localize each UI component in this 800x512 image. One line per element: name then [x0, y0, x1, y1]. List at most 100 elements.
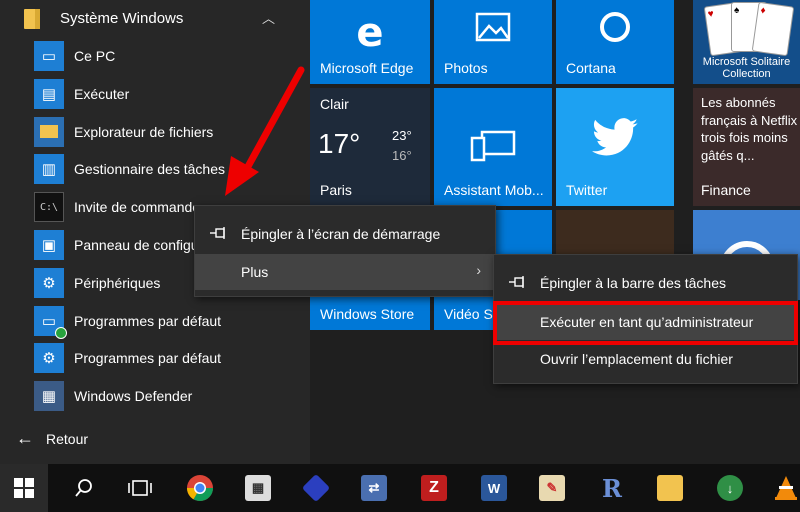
- arrow-left-icon: ←: [16, 428, 34, 448]
- menu-item-label: Épingler à la barre des tâches: [540, 275, 726, 291]
- chevron-up-icon[interactable]: ︿: [262, 8, 275, 27]
- edge-icon: e: [356, 10, 384, 56]
- red-highlight-box: [493, 301, 798, 345]
- phone-laptop-icon: [470, 130, 516, 162]
- tile-label: Twitter: [566, 182, 608, 198]
- taskbar-app-globe[interactable]: ↓: [706, 464, 754, 512]
- menu-item-pin-start[interactable]: Épingler à l’écran de démarrage: [195, 216, 495, 252]
- menu-item-label: Plus: [241, 264, 269, 280]
- group-header-systeme-windows[interactable]: Système Windows ︿: [0, 0, 310, 38]
- tile-cortana[interactable]: Cortana: [556, 0, 674, 84]
- app-item-programmes-defaut-1[interactable]: ▭ Programmes par défaut: [0, 303, 310, 341]
- taskbar-app-r[interactable]: R: [588, 464, 636, 512]
- chrome-icon: [186, 475, 214, 502]
- app-label: Programmes par défaut: [74, 312, 222, 329]
- tile-label: Finance: [701, 182, 751, 198]
- app-item-windows-defender[interactable]: ▦ Windows Defender: [0, 378, 310, 416]
- menu-item-pin-taskbar[interactable]: Épingler à la barre des tâches: [494, 265, 797, 301]
- r-icon: R: [602, 473, 622, 503]
- tile-label: Microsoft Edge: [320, 60, 414, 76]
- filezilla-icon: Z: [421, 475, 447, 501]
- group-title: Système Windows: [60, 10, 184, 27]
- taskbar-app-filezilla[interactable]: Z: [410, 464, 458, 512]
- tile-assistant-mobile[interactable]: Assistant Mob...: [434, 88, 552, 206]
- app-label: Programmes par défaut: [74, 350, 222, 367]
- menu-item-label: Épingler à l’écran de démarrage: [241, 226, 441, 242]
- pin-icon: [509, 276, 524, 288]
- folder-icon: [24, 9, 40, 29]
- chevron-right-icon: ›: [476, 262, 481, 278]
- app-item-programmes-defaut-2[interactable]: ⚙ Programmes par défaut: [0, 340, 310, 378]
- app-label: Exécuter: [74, 85, 130, 102]
- file-explorer-icon: [34, 116, 64, 147]
- taskbar-app-chrome[interactable]: [176, 464, 224, 512]
- app-label: Gestionnaire des tâches: [74, 161, 225, 178]
- photos-icon: [475, 12, 511, 42]
- taskbar-app-blue[interactable]: [292, 464, 340, 512]
- paint-palette-icon: ✎: [539, 475, 565, 501]
- word-icon: W: [481, 475, 507, 501]
- taskbar-app-paint[interactable]: ✎: [528, 464, 576, 512]
- menu-item-plus[interactable]: Plus ›: [195, 254, 495, 290]
- taskbar-app-vlc[interactable]: [762, 464, 800, 512]
- computer-icon: ▭: [34, 41, 64, 71]
- weather-city: Paris: [320, 182, 352, 198]
- pin-icon: [210, 227, 225, 239]
- vlc-cone-icon: [775, 476, 797, 500]
- network-icon: ⇄: [361, 475, 387, 501]
- context-menu: Épingler à l’écran de démarrage Plus ›: [194, 205, 496, 297]
- check-badge-icon: [55, 326, 67, 339]
- default-programs-icon: ▭: [34, 305, 67, 339]
- news-headline: Les abonnés français à Netflix trois foi…: [701, 95, 798, 163]
- folder-icon: [657, 475, 683, 501]
- task-view-button[interactable]: [116, 464, 164, 512]
- taskbar-app-word[interactable]: W: [470, 464, 518, 512]
- tile-microsoft-edge[interactable]: e Microsoft Edge: [310, 0, 430, 84]
- tile-label: Assistant Mob...: [444, 182, 544, 198]
- control-panel-icon: ▣: [34, 229, 64, 260]
- windows-logo-icon: [14, 478, 34, 498]
- tile-label: Microsoft Solitaire Collection: [702, 55, 791, 80]
- cortana-icon: [600, 12, 630, 42]
- tile-weather[interactable]: Clair 17° 23° 16° Paris: [310, 88, 430, 206]
- tile-twitter[interactable]: Twitter: [556, 88, 674, 206]
- windows-defender-icon: ▦: [34, 381, 64, 412]
- weather-low: 16°: [392, 148, 412, 163]
- tile-solitaire[interactable]: ♥ ♠ ♦ Microsoft Solitaire Collection: [693, 0, 800, 84]
- menu-item-open-location[interactable]: Ouvrir l’emplacement du fichier: [494, 341, 797, 377]
- app-label: Périphériques: [74, 274, 161, 291]
- weather-condition: Clair: [320, 96, 349, 112]
- back-label: Retour: [46, 431, 89, 447]
- app-label: Panneau de configuration: [74, 236, 194, 253]
- run-icon: ▤: [34, 78, 64, 109]
- app-label: Explorateur de fichiers: [74, 123, 214, 140]
- gear-icon: ⚙: [34, 267, 64, 298]
- back-button[interactable]: ← Retour: [0, 422, 310, 458]
- task-view-icon: [128, 480, 152, 496]
- red-annotation-arrow: [225, 66, 305, 196]
- gear-icon: ⚙: [34, 343, 64, 374]
- search-icon: [75, 479, 92, 497]
- taskbar: ▦ ⇄ Z W ✎ R ↓: [0, 464, 800, 512]
- app-label: Invite de commandes: [74, 199, 194, 216]
- tile-finance-news[interactable]: Les abonnés français à Netflix trois foi…: [693, 88, 800, 206]
- menu-item-label: Ouvrir l’emplacement du fichier: [540, 351, 733, 367]
- globe-icon: ↓: [717, 475, 743, 501]
- weather-high: 23°: [392, 128, 412, 143]
- app-label: Windows Defender: [74, 388, 193, 405]
- taskbar-app-explorer[interactable]: [646, 464, 694, 512]
- weather-temperature: 17°: [318, 128, 361, 159]
- task-manager-icon: ▥: [34, 154, 64, 185]
- calculator-icon: ▦: [245, 475, 271, 501]
- twitter-bird-icon: [592, 118, 638, 156]
- start-button[interactable]: [0, 464, 48, 512]
- taskbar-app-calculator[interactable]: ▦: [234, 464, 282, 512]
- tile-photos[interactable]: Photos: [434, 0, 552, 84]
- app-label: Ce PC: [74, 48, 116, 64]
- taskbar-app-network[interactable]: ⇄: [350, 464, 398, 512]
- tile-game[interactable]: [556, 210, 674, 254]
- command-prompt-icon: C:\: [34, 192, 64, 223]
- playing-cards-icon: ♥ ♠ ♦: [703, 1, 795, 57]
- tile-label: Cortana: [566, 60, 616, 76]
- search-button[interactable]: [60, 464, 108, 512]
